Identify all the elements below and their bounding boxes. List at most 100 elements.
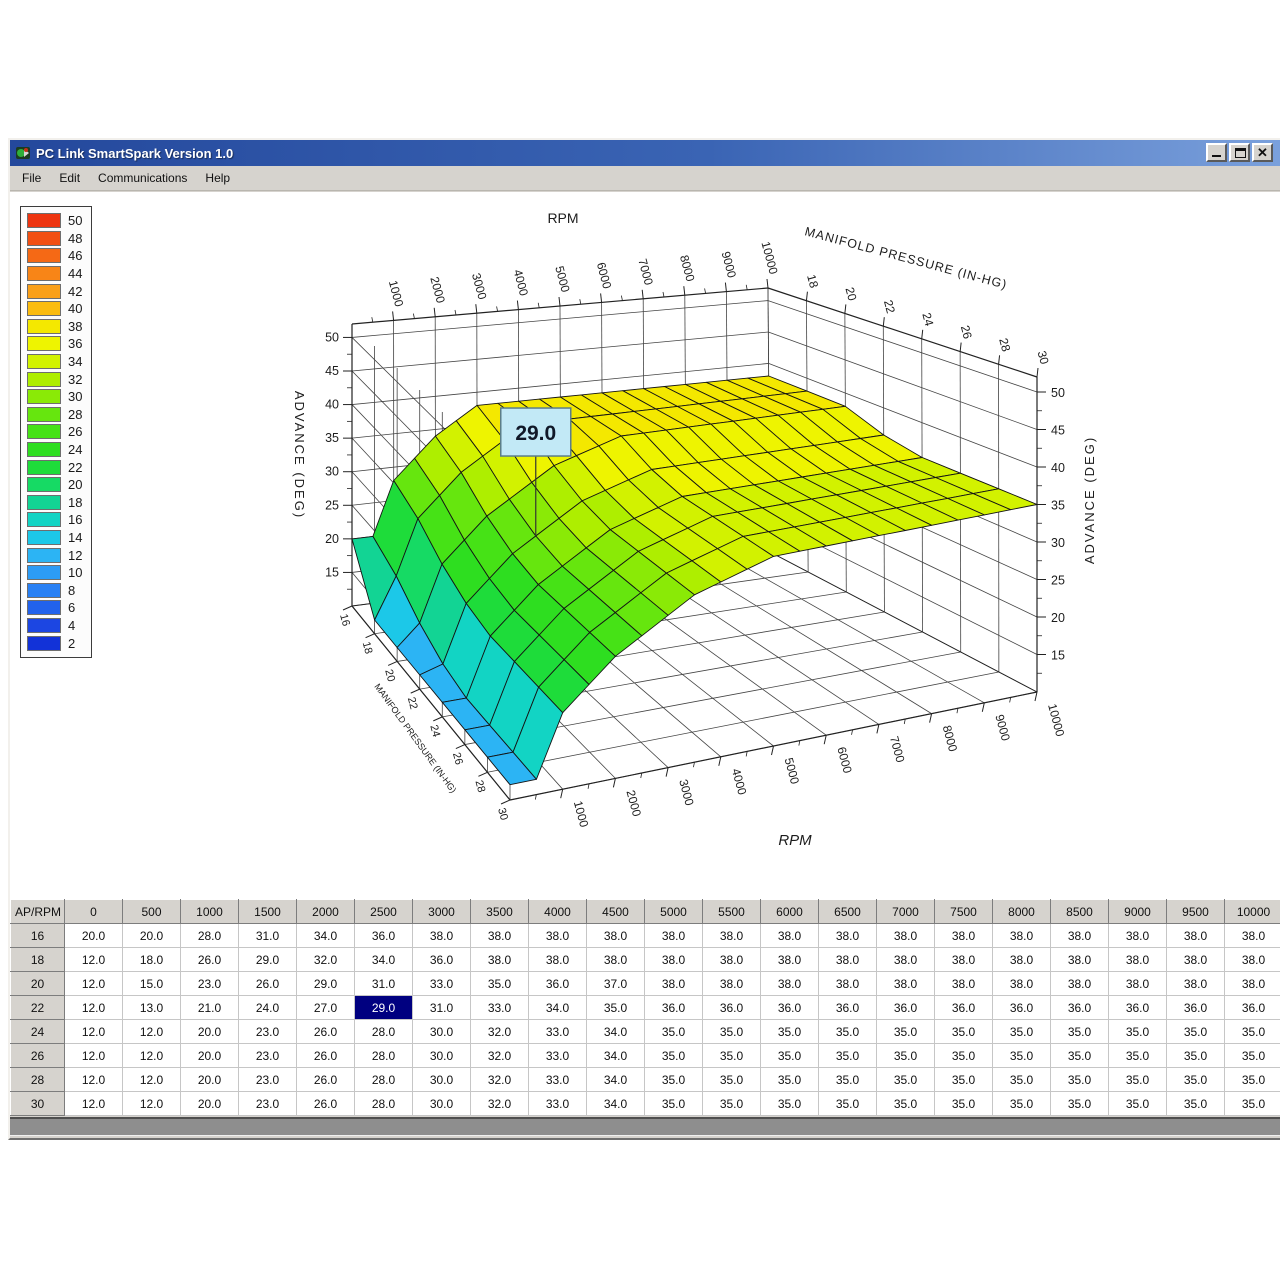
table-cell[interactable]: 38.0 [587, 924, 645, 948]
table-cell[interactable]: 35.0 [1051, 1020, 1109, 1044]
table-cell[interactable]: 38.0 [1225, 972, 1280, 996]
table-cell[interactable]: 12.0 [65, 1092, 123, 1116]
table-cell[interactable]: 12.0 [123, 1020, 181, 1044]
table-cell[interactable]: 35.0 [1109, 1092, 1167, 1116]
table-cell[interactable]: 38.0 [413, 924, 471, 948]
table-cell[interactable]: 35.0 [1225, 1044, 1280, 1068]
table-cell[interactable]: 35.0 [1225, 1092, 1280, 1116]
table-cell[interactable]: 34.0 [587, 1092, 645, 1116]
table-cell[interactable]: 38.0 [819, 948, 877, 972]
table-cell[interactable]: 38.0 [819, 972, 877, 996]
table-cell[interactable]: 35.0 [1109, 1068, 1167, 1092]
table-cell[interactable]: 33.0 [471, 996, 529, 1020]
table-cell[interactable]: 38.0 [645, 924, 703, 948]
table-cell-selected[interactable]: 29.0 [355, 996, 413, 1020]
table-cell[interactable]: 36.0 [761, 996, 819, 1020]
table-cell[interactable]: 38.0 [877, 948, 935, 972]
table-cell[interactable]: 38.0 [1051, 948, 1109, 972]
table-cell[interactable]: 38.0 [1167, 924, 1225, 948]
table-cell[interactable]: 36.0 [529, 972, 587, 996]
table-cell[interactable]: 38.0 [703, 924, 761, 948]
table-cell[interactable]: 38.0 [1051, 972, 1109, 996]
table-cell[interactable]: 34.0 [355, 948, 413, 972]
table-cell[interactable]: 38.0 [587, 948, 645, 972]
table-cell[interactable]: 18.0 [123, 948, 181, 972]
table-cell[interactable]: 35.0 [993, 1044, 1051, 1068]
table-cell[interactable]: 12.0 [65, 1020, 123, 1044]
table-cell[interactable]: 23.0 [239, 1020, 297, 1044]
table-cell[interactable]: 32.0 [471, 1068, 529, 1092]
table-cell[interactable]: 35.0 [993, 1068, 1051, 1092]
table-cell[interactable]: 38.0 [993, 948, 1051, 972]
table-cell[interactable]: 20.0 [181, 1020, 239, 1044]
table-cell[interactable]: 38.0 [645, 948, 703, 972]
table-cell[interactable]: 38.0 [819, 924, 877, 948]
table-cell[interactable]: 20.0 [181, 1068, 239, 1092]
table-cell[interactable]: 38.0 [877, 924, 935, 948]
table-cell[interactable]: 20.0 [181, 1092, 239, 1116]
table-cell[interactable]: 12.0 [65, 1068, 123, 1092]
table-cell[interactable]: 38.0 [471, 948, 529, 972]
menu-item-communications[interactable]: Communications [89, 168, 196, 188]
table-cell[interactable]: 35.0 [761, 1092, 819, 1116]
table-cell[interactable]: 35.0 [1167, 1020, 1225, 1044]
table-cell[interactable]: 23.0 [181, 972, 239, 996]
table-cell[interactable]: 38.0 [761, 924, 819, 948]
table-cell[interactable]: 33.0 [529, 1092, 587, 1116]
table-cell[interactable]: 34.0 [587, 1044, 645, 1068]
minimize-button[interactable] [1206, 143, 1227, 162]
table-cell[interactable]: 38.0 [1167, 972, 1225, 996]
table-cell[interactable]: 26.0 [239, 972, 297, 996]
table-cell[interactable]: 36.0 [355, 924, 413, 948]
table-cell[interactable]: 26.0 [297, 1068, 355, 1092]
table-cell[interactable]: 35.0 [1051, 1092, 1109, 1116]
table-cell[interactable]: 36.0 [645, 996, 703, 1020]
table-cell[interactable]: 35.0 [935, 1092, 993, 1116]
table-cell[interactable]: 35.0 [703, 1020, 761, 1044]
table-cell[interactable]: 38.0 [993, 924, 1051, 948]
table-cell[interactable]: 38.0 [935, 972, 993, 996]
table-cell[interactable]: 38.0 [935, 924, 993, 948]
table-cell[interactable]: 26.0 [297, 1020, 355, 1044]
table-cell[interactable]: 13.0 [123, 996, 181, 1020]
menu-item-help[interactable]: Help [196, 168, 239, 188]
table-cell[interactable]: 31.0 [239, 924, 297, 948]
table-cell[interactable]: 35.0 [761, 1020, 819, 1044]
table-cell[interactable]: 15.0 [123, 972, 181, 996]
table-cell[interactable]: 34.0 [587, 1020, 645, 1044]
table-cell[interactable]: 26.0 [297, 1044, 355, 1068]
table-cell[interactable]: 33.0 [413, 972, 471, 996]
table-cell[interactable]: 35.0 [935, 1020, 993, 1044]
table-cell[interactable]: 26.0 [297, 1092, 355, 1116]
table-cell[interactable]: 35.0 [1167, 1092, 1225, 1116]
table-cell[interactable]: 12.0 [123, 1092, 181, 1116]
table-cell[interactable]: 38.0 [645, 972, 703, 996]
table-cell[interactable]: 20.0 [181, 1044, 239, 1068]
table-cell[interactable]: 29.0 [239, 948, 297, 972]
table-cell[interactable]: 38.0 [993, 972, 1051, 996]
table-cell[interactable]: 35.0 [993, 1092, 1051, 1116]
table-cell[interactable]: 35.0 [877, 1020, 935, 1044]
table-cell[interactable]: 38.0 [1109, 924, 1167, 948]
table-cell[interactable]: 38.0 [877, 972, 935, 996]
table-cell[interactable]: 35.0 [819, 1020, 877, 1044]
table-cell[interactable]: 38.0 [1167, 948, 1225, 972]
title-bar[interactable]: PC Link SmartSpark Version 1.0 ✕ [10, 140, 1280, 166]
table-cell[interactable]: 38.0 [529, 948, 587, 972]
table-cell[interactable]: 32.0 [471, 1092, 529, 1116]
menu-item-file[interactable]: File [13, 168, 50, 188]
table-cell[interactable]: 30.0 [413, 1020, 471, 1044]
table-cell[interactable]: 21.0 [181, 996, 239, 1020]
table-cell[interactable]: 24.0 [239, 996, 297, 1020]
table-cell[interactable]: 36.0 [935, 996, 993, 1020]
table-cell[interactable]: 28.0 [355, 1044, 413, 1068]
table-cell[interactable]: 35.0 [1167, 1068, 1225, 1092]
table-cell[interactable]: 34.0 [587, 1068, 645, 1092]
table-cell[interactable]: 32.0 [297, 948, 355, 972]
table-cell[interactable]: 33.0 [529, 1068, 587, 1092]
table-cell[interactable]: 36.0 [993, 996, 1051, 1020]
table-cell[interactable]: 28.0 [181, 924, 239, 948]
table-cell[interactable]: 26.0 [181, 948, 239, 972]
table-cell[interactable]: 35.0 [819, 1044, 877, 1068]
table-cell[interactable]: 29.0 [297, 972, 355, 996]
